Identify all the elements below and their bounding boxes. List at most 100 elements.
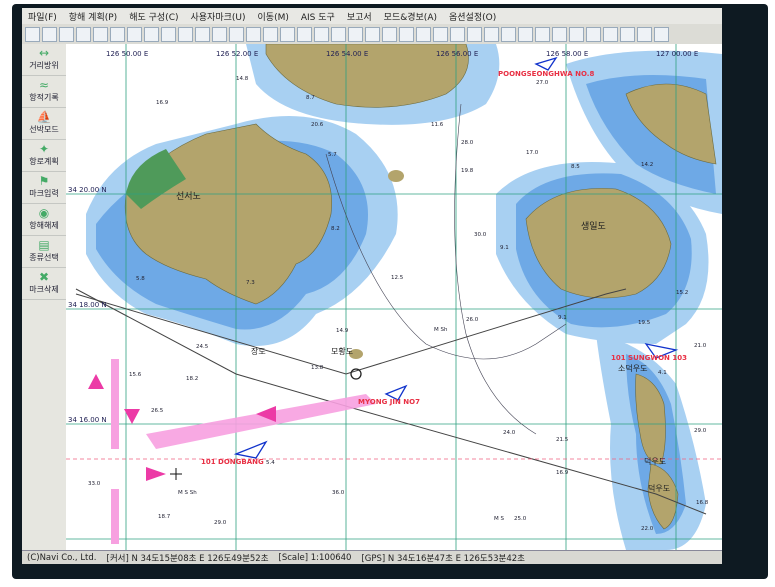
toolbar-button-38[interactable] (654, 26, 669, 42)
toolbar-button-36[interactable] (620, 26, 635, 42)
svg-text:30.0: 30.0 (474, 232, 487, 238)
lon-label: 126 50.00 E (106, 50, 148, 58)
sidebar-distance-bearing[interactable]: ↔ 거리방위 (22, 44, 66, 76)
menu-file[interactable]: 파일(F) (22, 10, 63, 23)
menu-chart-config[interactable]: 해도 구성(C) (123, 10, 184, 23)
sidebar-nav-release[interactable]: ◉ 항해해제 (22, 204, 66, 236)
toolbar-button-24[interactable] (416, 26, 431, 42)
toolbar-button-9[interactable] (161, 26, 176, 42)
svg-text:9.1: 9.1 (558, 315, 567, 321)
island-name: 모황도 (331, 346, 353, 356)
status-cursor: [커서] N 34도15분08초 E 126도49분52초 (106, 554, 269, 564)
toolbar-button-7[interactable] (127, 26, 142, 42)
svg-text:28.0: 28.0 (461, 140, 474, 146)
toolbar-button-37[interactable] (637, 26, 652, 42)
svg-text:13.8: 13.8 (311, 365, 324, 371)
menu-ais-tools[interactable]: AIS 도구 (295, 10, 341, 23)
status-gps: [GPS] N 34도16분47초 E 126도53분42초 (361, 554, 525, 564)
svg-text:8.5: 8.5 (571, 164, 580, 170)
toolbar-button-29[interactable] (501, 26, 516, 42)
lon-label: 126 52.00 E (216, 50, 258, 58)
sidebar-ship-mode[interactable]: ⛵ 선박모드 (22, 108, 66, 140)
sidebar-label: 선박모드 (29, 125, 59, 134)
svg-text:M S Sh: M S Sh (178, 490, 197, 496)
sidebar-mark-input[interactable]: ⚑ 마크입력 (22, 172, 66, 204)
toolbar-button-27[interactable] (467, 26, 482, 42)
track-icon: ≈ (38, 78, 50, 92)
island-name: 소덕우도 (618, 363, 647, 373)
vessel-name: 101 SUNGWON 103 (611, 354, 687, 362)
toolbar-button-28[interactable] (484, 26, 499, 42)
svg-text:15.6: 15.6 (129, 372, 142, 378)
toolbar-button-21[interactable] (365, 26, 380, 42)
toolbar-button-35[interactable] (603, 26, 618, 42)
islet (388, 170, 404, 182)
list-icon: ▤ (38, 238, 50, 252)
toolbar-button-34[interactable] (586, 26, 601, 42)
status-bar: (C)Navi Co., Ltd. [커서] N 34도15분08초 E 126… (22, 550, 722, 564)
lon-label: 126 54.00 E (326, 50, 368, 58)
toolbar-button-3[interactable] (59, 26, 74, 42)
svg-text:14.8: 14.8 (236, 76, 249, 82)
island-name: 선서노 (176, 191, 201, 202)
menu-user-mark[interactable]: 사용자마크(U) (185, 10, 252, 23)
svg-text:16.9: 16.9 (556, 470, 569, 476)
toolbar-button-16[interactable] (280, 26, 295, 42)
menu-voyage-plan[interactable]: 항해 계획(P) (63, 10, 123, 23)
toolbar-button-14[interactable] (246, 26, 261, 42)
svg-text:5.4: 5.4 (266, 460, 275, 466)
svg-text:14.2: 14.2 (641, 162, 653, 168)
svg-text:22.0: 22.0 (641, 526, 654, 532)
toolbar-button-18[interactable] (314, 26, 329, 42)
toolbar-button-17[interactable] (297, 26, 312, 42)
sidebar-route-plan[interactable]: ✦ 항로계획 (22, 140, 66, 172)
svg-text:26.0: 26.0 (466, 317, 479, 323)
svg-text:M S: M S (494, 516, 504, 522)
toolbar-button-22[interactable] (382, 26, 397, 42)
toolbar-button-8[interactable] (144, 26, 159, 42)
svg-text:21.5: 21.5 (556, 437, 569, 443)
toolbar-button-6[interactable] (110, 26, 125, 42)
toolbar-button-30[interactable] (518, 26, 533, 42)
menu-move[interactable]: 이동(M) (252, 10, 295, 23)
svg-text:12.5: 12.5 (391, 275, 404, 281)
toolbar-button-10[interactable] (178, 26, 193, 42)
toolbar-button-2[interactable] (42, 26, 57, 42)
toolbar-button-4[interactable] (76, 26, 91, 42)
island-name: 덕우도 (644, 456, 666, 466)
toolbar-button-26[interactable] (450, 26, 465, 42)
toolbar-button-13[interactable] (229, 26, 244, 42)
sidebar-label: 마크삭제 (29, 285, 59, 294)
vessel-name: MYONG JIN NO7 (358, 398, 420, 406)
ecdis-screen: 파일(F) 항해 계획(P) 해도 구성(C) 사용자마크(U) 이동(M) A… (22, 8, 722, 564)
toolbar-button-25[interactable] (433, 26, 448, 42)
toolbar-button-19[interactable] (331, 26, 346, 42)
svg-text:16.8: 16.8 (696, 500, 709, 506)
sidebar-track-record[interactable]: ≈ 항적기록 (22, 76, 66, 108)
menu-options[interactable]: 옵션설정(O) (443, 10, 502, 23)
lat-label: 34 16.00 N (68, 416, 107, 424)
svg-text:18.2: 18.2 (186, 376, 198, 382)
svg-text:24.0: 24.0 (503, 430, 516, 436)
toolbar-button-32[interactable] (552, 26, 567, 42)
toolbar-button-20[interactable] (348, 26, 363, 42)
menu-report[interactable]: 보고서 (341, 10, 378, 23)
toolbar-button-5[interactable] (93, 26, 108, 42)
svg-text:21.0: 21.0 (694, 343, 707, 349)
toolbar-button-15[interactable] (263, 26, 278, 42)
toolbar-button-12[interactable] (212, 26, 227, 42)
nautical-chart[interactable]: 126 50.00 E 126 52.00 E 126 54.00 E 126 … (66, 43, 722, 550)
toolbar-button-31[interactable] (535, 26, 550, 42)
svg-text:27.0: 27.0 (536, 80, 549, 86)
menu-mode-alarm[interactable]: 모드&경보(A) (378, 10, 443, 23)
svg-text:26.5: 26.5 (151, 408, 164, 414)
sidebar-mark-delete[interactable]: ✖ 마크삭제 (22, 268, 66, 300)
toolbar-button-23[interactable] (399, 26, 414, 42)
toolbar-button-11[interactable] (195, 26, 210, 42)
svg-text:5.8: 5.8 (136, 276, 145, 282)
sidebar-type-select[interactable]: ▤ 종류선택 (22, 236, 66, 268)
toolbar-button-1[interactable] (25, 26, 40, 42)
svg-text:16.9: 16.9 (156, 100, 169, 106)
toolbar-button-33[interactable] (569, 26, 584, 42)
svg-text:17.0: 17.0 (526, 150, 539, 156)
